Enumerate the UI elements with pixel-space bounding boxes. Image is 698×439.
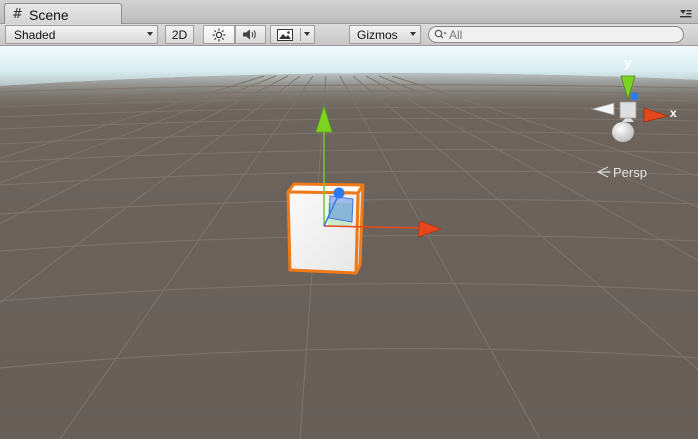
chevron-down-icon [304, 32, 310, 36]
chevron-down-icon [410, 32, 416, 36]
tab-bar: # Scene [0, 0, 698, 25]
search-input[interactable] [449, 27, 674, 42]
speaker-icon [243, 29, 256, 40]
selected-cube[interactable] [286, 182, 365, 275]
scene-window: # Scene Shaded 2D Gizmos All y x Persp [0, 0, 698, 439]
gizmos-dropdown[interactable]: Gizmos [349, 25, 421, 44]
draw-mode-label: Shaded [14, 27, 56, 42]
audio-toggle-button[interactable] [235, 25, 266, 44]
toggle-2d-label: 2D [171, 27, 188, 42]
projection-label[interactable]: Persp [613, 165, 647, 180]
lighting-toggle-button[interactable] [203, 25, 235, 44]
gizmo-z-cone[interactable] [631, 93, 638, 100]
chevron-down-icon [147, 32, 153, 36]
panel-menu-icon[interactable] [680, 9, 692, 19]
scene-viewport[interactable]: y x Persp [0, 46, 698, 439]
image-icon [277, 28, 293, 41]
search-icon [434, 29, 447, 39]
gizmo-x-label: x [670, 106, 677, 120]
toggle-2d-button[interactable]: 2D [165, 25, 194, 44]
hash-grid-icon: # [12, 7, 23, 22]
tab-label: Scene [29, 7, 69, 23]
draw-mode-dropdown[interactable]: Shaded [5, 25, 158, 44]
tab-scene[interactable]: # Scene [4, 3, 122, 25]
gizmo-down-sphere [612, 122, 634, 142]
search-field[interactable] [428, 26, 684, 43]
z-axis-handle[interactable] [333, 187, 345, 199]
sun-icon [212, 28, 226, 41]
gizmo-y-label: y [624, 55, 632, 70]
scene-toolbar: Shaded 2D Gizmos All [0, 24, 698, 46]
dropdown-divider [300, 28, 301, 41]
gizmo-center-cube[interactable] [619, 101, 637, 119]
gizmos-label: Gizmos [357, 27, 398, 42]
effects-dropdown[interactable] [270, 25, 315, 44]
